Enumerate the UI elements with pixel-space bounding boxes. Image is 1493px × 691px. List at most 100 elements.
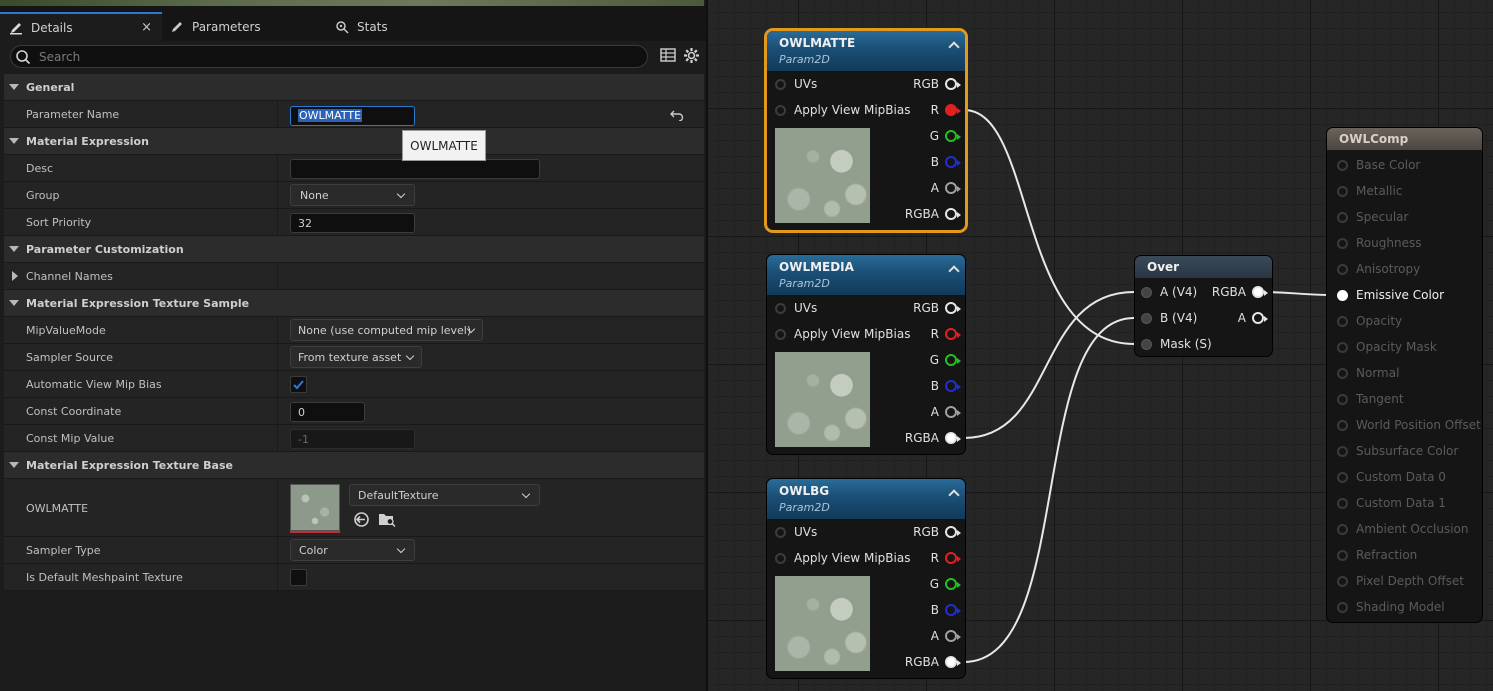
pin-ambient-occlusion[interactable]: Ambient Occlusion xyxy=(1337,522,1468,536)
tab-parameters-label: Parameters xyxy=(192,19,261,34)
pin-g[interactable]: G xyxy=(930,129,961,143)
pin-g[interactable]: G xyxy=(930,353,961,367)
pin-uvs[interactable]: UVs xyxy=(775,525,817,539)
pin-uvs[interactable]: UVs xyxy=(775,301,817,315)
pin-apply-view-mipbias[interactable]: Apply View MipBias xyxy=(775,551,910,565)
pin-label: Opacity Mask xyxy=(1356,340,1437,354)
stats-icon xyxy=(335,20,349,34)
pin-opacity[interactable]: Opacity xyxy=(1337,314,1402,328)
browse-asset-icon[interactable] xyxy=(378,511,396,528)
default-meshpaint-checkbox[interactable] xyxy=(290,569,307,586)
table-view-icon[interactable] xyxy=(660,48,676,62)
pin-anisotropy[interactable]: Anisotropy xyxy=(1337,262,1420,276)
row-channel-names[interactable]: Channel Names xyxy=(4,263,704,290)
texture-thumbnail[interactable] xyxy=(290,484,340,531)
pin-roughness[interactable]: Roughness xyxy=(1337,236,1421,250)
sort-priority-input[interactable]: 32 xyxy=(290,213,415,233)
pin-specular[interactable]: Specular xyxy=(1337,210,1408,224)
const-coordinate-input[interactable]: 0 xyxy=(290,402,365,422)
pin-b-v4[interactable]: B (V4) xyxy=(1141,311,1197,325)
pin-r[interactable]: R xyxy=(931,327,961,341)
pin-apply-view-mipbias[interactable]: Apply View MipBias xyxy=(775,103,910,117)
pin-dot xyxy=(1337,471,1348,483)
pin-tangent[interactable]: Tangent xyxy=(1337,392,1404,406)
pin-metallic[interactable]: Metallic xyxy=(1337,184,1402,198)
pin-mask-s[interactable]: Mask (S) xyxy=(1141,337,1212,351)
pin-opacity-mask[interactable]: Opacity Mask xyxy=(1337,340,1437,354)
pin-r[interactable]: R xyxy=(931,103,961,117)
pin-dot xyxy=(1337,575,1348,587)
reset-to-default-icon[interactable] xyxy=(670,109,684,121)
sampler-type-dropdown[interactable]: Color xyxy=(290,539,415,561)
node-owlcomp[interactable]: OWLComp Base Color Metallic Specular Roughn… xyxy=(1327,128,1482,622)
pin-dot xyxy=(1337,341,1348,353)
pin-rgb[interactable]: RGB xyxy=(913,77,961,91)
node-owlbg[interactable]: OWLBG Param2D UVs Apply View MipBias RGB… xyxy=(767,479,965,678)
category-texture-base[interactable]: Material Expression Texture Base xyxy=(4,452,704,479)
pin-rgba[interactable]: RGBA xyxy=(905,655,961,669)
category-material-expression[interactable]: Material Expression xyxy=(4,128,704,155)
pin-b[interactable]: B xyxy=(931,155,961,169)
node-owlmatte[interactable]: OWLMATTE Param2D UVs Apply View MipBias … xyxy=(767,31,965,230)
pin-uvs[interactable]: UVs xyxy=(775,77,817,91)
tab-details[interactable]: Details × xyxy=(0,12,162,41)
pin-pixel-depth-offset[interactable]: Pixel Depth Offset xyxy=(1337,574,1464,588)
pin-apply-view-mipbias[interactable]: Apply View MipBias xyxy=(775,327,910,341)
pin-base-color[interactable]: Base Color xyxy=(1337,158,1420,172)
sampler-source-dropdown[interactable]: From texture asset xyxy=(290,346,422,368)
search-input[interactable] xyxy=(39,48,639,65)
pin-emissive-color[interactable]: Emissive Color xyxy=(1337,288,1444,302)
pin-rgba[interactable]: RGBA xyxy=(905,207,961,221)
pin-custom-data-0[interactable]: Custom Data 0 xyxy=(1337,470,1446,484)
pin-dot xyxy=(1337,211,1348,223)
pin-rgb[interactable]: RGB xyxy=(913,301,961,315)
parameter-name-input[interactable]: OWLMATTE xyxy=(290,106,415,126)
category-label: Material Expression xyxy=(26,135,149,148)
pin-over-a[interactable]: A xyxy=(1238,311,1268,325)
search-box[interactable] xyxy=(10,45,648,68)
tab-stats[interactable]: Stats xyxy=(335,12,388,41)
pin-a[interactable]: A xyxy=(931,629,961,643)
pin-b[interactable]: B xyxy=(931,603,961,617)
pin-label: World Position Offset xyxy=(1356,418,1481,432)
auto-view-mip-checkbox[interactable] xyxy=(290,376,307,393)
pin-r[interactable]: R xyxy=(931,551,961,565)
pin-subsurface-color[interactable]: Subsurface Color xyxy=(1337,444,1458,458)
pin-dot xyxy=(1337,263,1348,275)
pin-rgb[interactable]: RGB xyxy=(913,525,961,539)
category-texture-sample[interactable]: Material Expression Texture Sample xyxy=(4,290,704,317)
const-mip-label: Const Mip Value xyxy=(26,432,115,445)
pin-a[interactable]: A xyxy=(931,181,961,195)
pin-label: Custom Data 0 xyxy=(1356,470,1446,484)
pin-refraction[interactable]: Refraction xyxy=(1337,548,1417,562)
category-parameter-customization[interactable]: Parameter Customization xyxy=(4,236,704,263)
pin-normal[interactable]: Normal xyxy=(1337,366,1399,380)
node-over[interactable]: Over A (V4) B (V4) Mask (S) RGBA A xyxy=(1135,256,1272,356)
pin-label: Specular xyxy=(1356,210,1409,224)
pin-b[interactable]: B xyxy=(931,379,961,393)
pin-a-v4[interactable]: A (V4) xyxy=(1141,285,1197,299)
pin-shading-model[interactable]: Shading Model xyxy=(1337,600,1445,614)
pin-g[interactable]: G xyxy=(930,577,961,591)
node-owlmedia[interactable]: OWLMEDIA Param2D UVs Apply View MipBias … xyxy=(767,255,965,454)
group-dropdown[interactable]: None xyxy=(290,184,415,206)
use-selected-asset-icon[interactable] xyxy=(353,511,370,528)
material-graph[interactable]: OWLMATTE Param2D UVs Apply View MipBias … xyxy=(706,0,1493,691)
desc-input[interactable] xyxy=(290,159,540,179)
pin-world-position-offset[interactable]: World Position Offset xyxy=(1337,418,1481,432)
category-label: Material Expression Texture Sample xyxy=(26,297,250,310)
tab-parameters[interactable]: Parameters xyxy=(170,12,261,41)
tab-stats-label: Stats xyxy=(357,19,388,34)
close-icon[interactable]: × xyxy=(141,20,152,35)
pin-over-rgba[interactable]: RGBA xyxy=(1212,285,1268,299)
gear-icon[interactable] xyxy=(683,47,700,64)
mip-value-mode-dropdown[interactable]: None (use computed mip level) xyxy=(290,319,483,341)
pin-rgba[interactable]: RGBA xyxy=(905,431,961,445)
pin-dot xyxy=(1337,393,1348,405)
pin-a[interactable]: A xyxy=(931,405,961,419)
category-general[interactable]: General xyxy=(4,74,704,101)
chevron-down-icon xyxy=(396,544,406,554)
texture-asset-dropdown[interactable]: DefaultTexture xyxy=(349,484,540,506)
pencil-icon xyxy=(9,21,23,35)
pin-custom-data-1[interactable]: Custom Data 1 xyxy=(1337,496,1446,510)
